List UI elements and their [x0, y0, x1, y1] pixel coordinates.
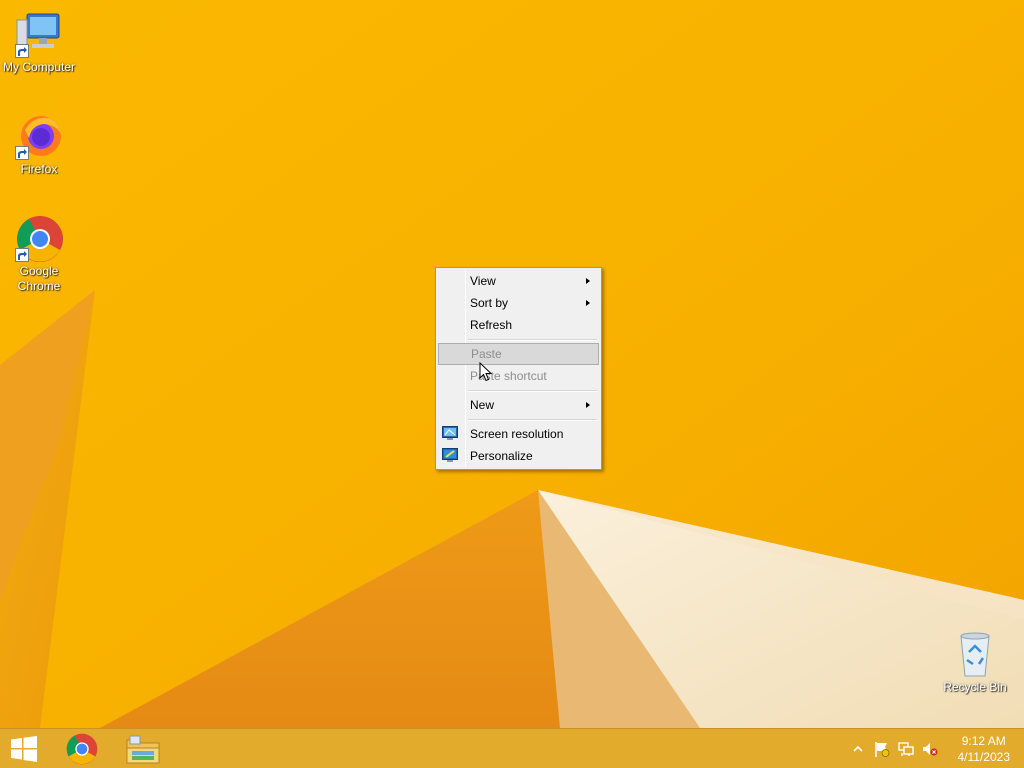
volume-muted-icon[interactable]	[922, 741, 938, 757]
shortcut-arrow-icon	[15, 146, 29, 160]
mouse-pointer-icon	[479, 362, 493, 382]
desktop-icon-label: Recycle Bin	[943, 680, 1007, 694]
menu-item-label: Refresh	[470, 318, 513, 332]
menu-item-paste-shortcut[interactable]: Paste shortcut	[438, 365, 599, 387]
menu-separator	[438, 336, 599, 343]
recycle-bin-icon	[951, 630, 999, 678]
menu-item-paste[interactable]: Paste	[438, 343, 599, 365]
submenu-arrow-icon	[586, 300, 590, 306]
clock-date: 4/11/2023	[957, 750, 1011, 764]
desktop-icon-recycle-bin[interactable]: Recycle Bin	[937, 630, 1013, 695]
menu-item-label: Personalize	[470, 449, 533, 463]
shortcut-arrow-icon	[15, 44, 29, 58]
chrome-icon	[66, 733, 98, 765]
menu-separator	[438, 387, 599, 394]
start-button[interactable]	[0, 729, 48, 768]
screen-resolution-icon	[442, 426, 458, 441]
menu-item-label: Screen resolution	[470, 427, 564, 441]
menu-item-refresh[interactable]: Refresh	[438, 314, 599, 336]
desktop-icon-label: Google Chrome	[17, 264, 61, 293]
file-explorer-taskbar-icon[interactable]	[118, 729, 168, 768]
submenu-arrow-icon	[586, 402, 590, 408]
submenu-arrow-icon	[586, 278, 590, 284]
menu-item-label: View	[470, 274, 496, 288]
desktop-context-menu: View Sort by Refresh Paste Paste shortcu…	[435, 267, 602, 470]
show-hidden-icons-chevron[interactable]	[850, 741, 866, 757]
taskbar: 9:12 AM 4/11/2023	[0, 728, 1024, 768]
firefox-icon	[15, 112, 63, 160]
menu-item-sort-by[interactable]: Sort by	[438, 292, 599, 314]
desktop-icon-firefox[interactable]: Firefox	[1, 112, 77, 177]
folder-icon	[126, 735, 160, 764]
desktop-icon-label: Firefox	[20, 162, 58, 176]
desktop-icon-my-computer[interactable]: My Computer	[1, 10, 77, 75]
personalize-icon	[442, 448, 458, 463]
menu-item-label: Paste	[471, 347, 502, 361]
menu-item-view[interactable]: View	[438, 270, 599, 292]
shortcut-arrow-icon	[15, 248, 29, 262]
windows-logo-icon	[11, 736, 37, 762]
chrome-taskbar-icon[interactable]	[58, 729, 106, 768]
computer-icon	[15, 10, 63, 58]
menu-item-new[interactable]: New	[438, 394, 599, 416]
menu-item-label: Sort by	[470, 296, 509, 310]
network-icon[interactable]	[898, 741, 914, 757]
action-center-flag-icon[interactable]	[874, 741, 890, 757]
clock-time: 9:12 AM	[961, 734, 1006, 748]
menu-item-screen-resolution[interactable]: Screen resolution	[438, 423, 599, 445]
menu-item-personalize[interactable]: Personalize	[438, 445, 599, 467]
desktop-icon-google-chrome[interactable]: Google Chrome	[1, 214, 77, 294]
taskbar-clock[interactable]: 9:12 AM 4/11/2023	[958, 733, 1011, 765]
menu-item-label: New	[470, 398, 495, 412]
desktop[interactable]: My Computer Firefox Google Chrome Recycl…	[0, 0, 1024, 728]
menu-separator	[438, 416, 599, 423]
desktop-icon-label: My Computer	[2, 60, 76, 74]
chrome-icon	[15, 214, 63, 262]
